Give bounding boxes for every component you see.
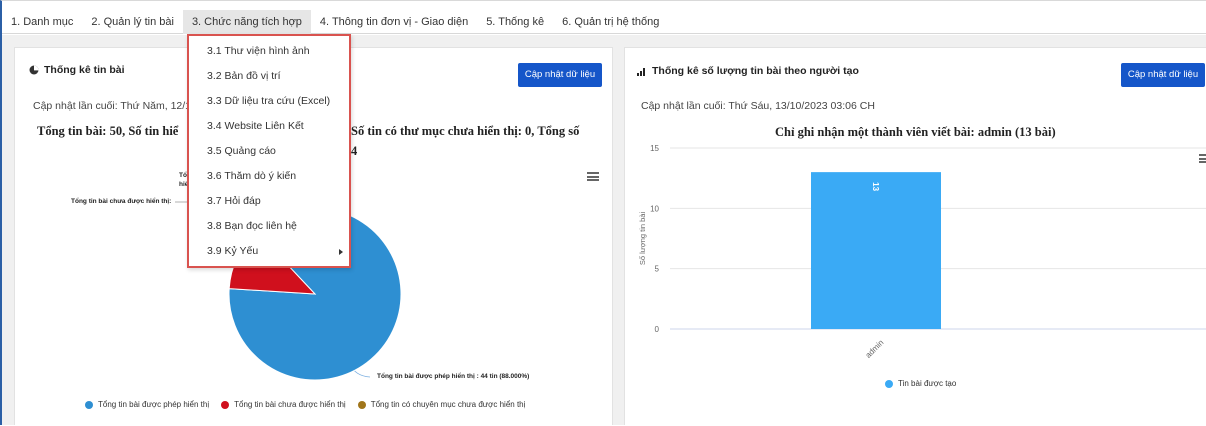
y-tick-label-5: 5 — [655, 265, 660, 274]
legend-dot-shown — [85, 400, 93, 409]
left-legend: Tổng tin bài được phép hiển thị Tổng tin… — [85, 400, 537, 409]
legend-dot-folder-hidden — [357, 400, 366, 409]
legend-dot-created — [885, 379, 893, 388]
nav-quan-ly-tin-bai[interactable]: 2. Quản lý tin bài — [82, 10, 183, 34]
bar-chart: 0 5 10 15 Số lượng tin bài 13 admin — [638, 144, 1206, 360]
legend-item-created[interactable]: Tin bài được tạo — [885, 379, 956, 388]
right-legend: Tin bài được tạo — [885, 379, 968, 388]
menu-item-hoi-dap[interactable]: 3.7 Hỏi đáp — [207, 195, 261, 207]
legend-dot-not-shown — [221, 400, 230, 409]
y-tick-label-0: 0 — [655, 325, 660, 334]
legend-label-folder-hidden: Tổng tin có chuyên mục chưa được hiển th… — [370, 400, 526, 409]
nav-quan-tri-he-thong[interactable]: 6. Quản trị hệ thống — [553, 10, 668, 34]
nav-chuc-nang-tich-hop[interactable]: 3. Chức năng tích hợp — [182, 9, 311, 34]
menu-item-ban-do-vi-tri[interactable]: 3.2 Bản đồ vị trí — [207, 70, 281, 82]
y-tick-label-15: 15 — [650, 144, 659, 153]
right-panel: Thống kê số lượng tin bài theo người tạo… — [624, 47, 1206, 425]
nav-thong-ke[interactable]: 5. Thống kê — [477, 10, 553, 34]
menu-item-website-lien-ket[interactable]: 3.4 Website Liên Kết — [207, 120, 304, 132]
bar-admin[interactable] — [811, 172, 941, 329]
legend-label-not-shown: Tổng tin bài chưa được hiển thị — [234, 400, 346, 409]
menu-item-thu-vien-hinh-anh[interactable]: 3.1 Thư viện hình ảnh — [207, 45, 310, 57]
legend-label-created: Tin bài được tạo — [898, 379, 957, 388]
menu-item-du-lieu-tra-cuu[interactable]: 3.3 Dữ liệu tra cứu (Excel) — [207, 95, 330, 107]
integration-dropdown-menu: 3.1 Thư viện hình ảnh 3.2 Bản đồ vị trí … — [187, 34, 351, 268]
submenu-arrow-icon — [339, 249, 343, 255]
menu-item-ky-yeu[interactable]: 3.9 Kỷ Yếu — [207, 245, 258, 257]
bar-data-label: 13 — [871, 182, 880, 191]
top-nav: 1. Danh mục 2. Quản lý tin bài 3. Chức n… — [2, 9, 1206, 34]
legend-label-shown: Tổng tin bài được phép hiển thị — [98, 400, 210, 409]
menu-item-quang-cao[interactable]: 3.5 Quảng cáo — [207, 145, 276, 157]
menu-item-ban-doc-lien-he[interactable]: 3.8 Bạn đọc liên hệ — [207, 220, 297, 232]
nav-thong-tin-don-vi[interactable]: 4. Thông tin đơn vị - Giao diện — [311, 10, 477, 34]
x-category-label: admin — [864, 338, 886, 360]
legend-item-shown[interactable]: Tổng tin bài được phép hiển thị — [85, 400, 209, 409]
legend-item-folder-hidden[interactable]: Tổng tin có chuyên mục chưa được hiển th… — [357, 400, 526, 409]
nav-danh-muc[interactable]: 1. Danh mục — [2, 10, 82, 34]
legend-item-not-shown[interactable]: Tổng tin bài chưa được hiển thị — [221, 400, 346, 409]
menu-item-tham-do-y-kien[interactable]: 3.6 Thăm dò ý kiến — [207, 170, 296, 182]
y-axis-label: Số lượng tin bài — [638, 212, 647, 266]
y-tick-label-10: 10 — [650, 204, 659, 213]
